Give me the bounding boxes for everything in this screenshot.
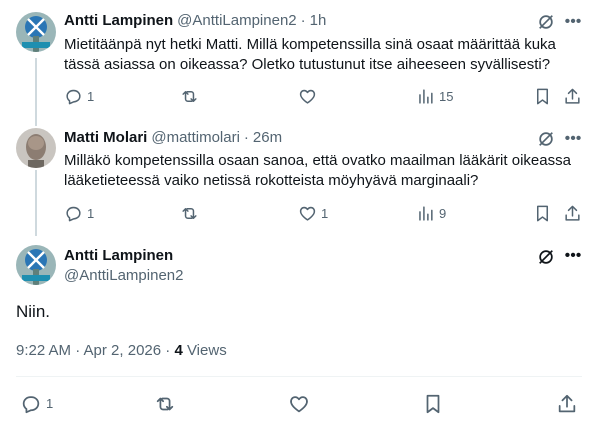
share-button[interactable]	[563, 204, 582, 223]
views-count: 4	[174, 342, 183, 359]
avatar-sign-image	[16, 245, 56, 285]
retweet-button[interactable]	[180, 87, 199, 106]
bookmark-button[interactable]	[533, 87, 552, 106]
more-options-icon[interactable]: •••	[562, 129, 584, 149]
views-count: 15	[439, 88, 454, 104]
bookmark-icon	[426, 394, 440, 414]
heart-icon	[290, 396, 308, 413]
tweet-timestamp[interactable]: 9:22 AM · Apr 2, 2026	[16, 342, 161, 359]
views-chart-icon	[419, 89, 433, 104]
thread-connector	[35, 170, 37, 236]
retweet-icon	[182, 90, 197, 103]
bookmark-button[interactable]	[533, 204, 552, 223]
reply-count: 1	[87, 88, 95, 104]
heart-icon	[299, 206, 316, 221]
separator-dot: ·	[300, 12, 306, 29]
grok-icon	[539, 132, 553, 146]
retweet-button[interactable]	[180, 204, 199, 223]
reply-count: 1	[87, 205, 95, 221]
divider	[16, 376, 582, 377]
tweet-text: Milläkö kompetenssilla osaan sanoa, että…	[64, 152, 571, 189]
share-button[interactable]	[556, 393, 578, 415]
avatar[interactable]	[16, 128, 56, 168]
display-name[interactable]: Antti Lampinen	[64, 246, 173, 266]
reply-button[interactable]: 1	[64, 87, 94, 106]
views-button[interactable]: 9	[416, 204, 446, 223]
heart-icon	[299, 89, 316, 104]
more-options-icon[interactable]: •••	[562, 246, 584, 266]
share-icon	[565, 205, 580, 221]
views-label: Views	[186, 342, 227, 359]
tweet-meta: 9:22 AM · Apr 2, 2026 · 4 Views	[16, 341, 227, 361]
display-name[interactable]: Antti Lampinen	[64, 11, 173, 31]
avatar[interactable]	[16, 12, 56, 52]
reply-count: 1	[46, 396, 54, 411]
user-handle[interactable]: @AnttiLampinen2	[64, 266, 183, 286]
reply-button[interactable]: 1	[64, 204, 94, 223]
share-icon	[558, 394, 576, 413]
tweet-header: Matti Molari @mattimolari · 26m	[64, 128, 282, 148]
views-chart-icon	[419, 206, 433, 221]
user-handle[interactable]: @mattimolari	[151, 128, 240, 148]
grok-icon[interactable]	[536, 12, 556, 32]
views-count: 9	[439, 205, 447, 221]
grok-icon	[539, 15, 553, 29]
user-handle[interactable]: @AnttiLampinen2	[177, 11, 296, 31]
tweet-text: Mietitäänpä nyt hetki Matti. Millä kompe…	[64, 36, 556, 73]
tweet-time[interactable]: 26m	[253, 128, 282, 148]
retweet-icon	[182, 207, 197, 220]
avatar[interactable]	[16, 245, 56, 285]
like-count: 1	[321, 205, 329, 221]
grok-icon[interactable]	[536, 247, 556, 267]
more-options-icon[interactable]: •••	[562, 12, 584, 32]
separator-dot: ·	[243, 129, 249, 146]
share-button[interactable]	[563, 87, 582, 106]
tweet-header: Antti Lampinen @AnttiLampinen2 · 1h	[64, 11, 326, 31]
thread-connector	[35, 58, 37, 126]
bookmark-icon	[536, 205, 549, 222]
retweet-button[interactable]	[154, 393, 176, 415]
bookmark-icon	[536, 88, 549, 105]
grok-icon[interactable]	[536, 129, 556, 149]
avatar-photo	[16, 128, 56, 168]
reply-icon	[66, 89, 81, 105]
views-button[interactable]: 15	[416, 87, 453, 106]
retweet-icon	[156, 397, 174, 411]
like-button[interactable]: 1	[298, 204, 328, 223]
grok-icon	[539, 250, 553, 264]
reply-icon	[22, 396, 40, 414]
tweet-time[interactable]: 1h	[310, 11, 327, 31]
like-button[interactable]	[288, 393, 310, 415]
avatar-sign-image	[16, 12, 56, 52]
reply-icon	[66, 206, 81, 222]
like-button[interactable]	[298, 87, 317, 106]
display-name[interactable]: Matti Molari	[64, 128, 147, 148]
bookmark-button[interactable]	[422, 393, 444, 415]
reply-button[interactable]: 1	[20, 393, 53, 415]
share-icon	[565, 88, 580, 104]
tweet-text: Niin.	[16, 302, 51, 321]
